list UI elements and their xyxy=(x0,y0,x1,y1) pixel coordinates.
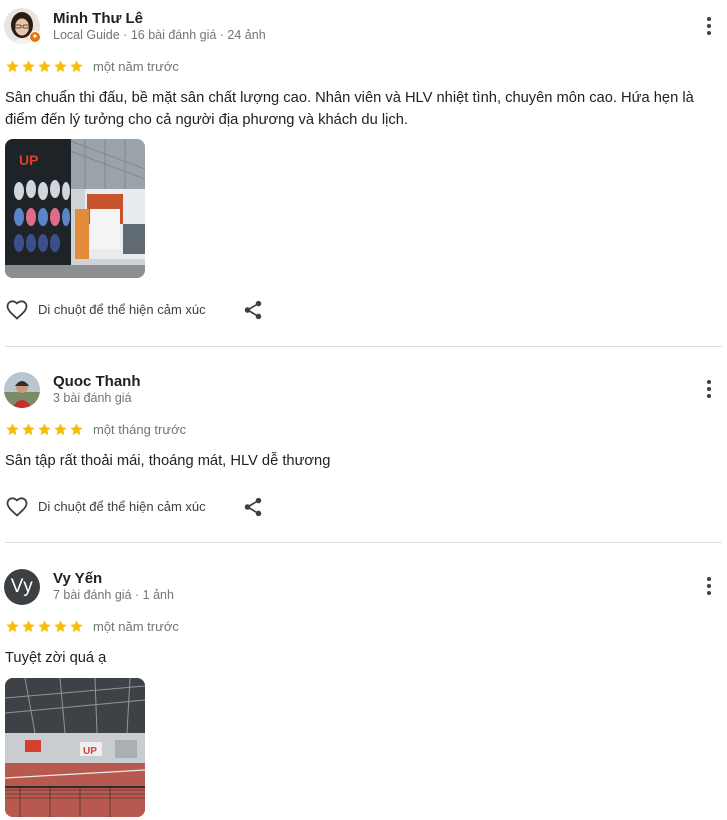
review-photo[interactable]: UP xyxy=(5,139,145,278)
review-time: một năm trước xyxy=(93,58,179,74)
review-card: ✦ Minh Thư Lê Local Guide · 16 bài đánh … xyxy=(0,0,727,347)
rating-row: một năm trước xyxy=(5,618,179,634)
star-rating xyxy=(5,422,84,437)
reviewer-avatar[interactable] xyxy=(4,372,40,408)
reviewer-photo xyxy=(4,372,40,408)
divider xyxy=(5,542,722,543)
reaction-hint[interactable]: Di chuột để thể hiện cảm xúc xyxy=(38,302,206,317)
star-icon xyxy=(6,59,19,72)
star-icon xyxy=(38,59,51,72)
reviewer-name[interactable]: Minh Thư Lê xyxy=(53,10,143,27)
review-actions: Di chuột để thể hiện cảm xúc xyxy=(5,495,305,519)
more-vert-icon xyxy=(707,380,711,384)
review-text: Sân chuẩn thi đấu, bề mặt sân chất lượng… xyxy=(5,90,694,128)
star-icon xyxy=(22,422,35,435)
review-text: Tuyệt zời quá ạ xyxy=(5,650,107,666)
star-icon xyxy=(22,59,35,72)
divider xyxy=(5,346,722,347)
rating-row: một tháng trước xyxy=(5,421,186,437)
more-options-button[interactable] xyxy=(700,14,718,38)
photo-sign-text: UP xyxy=(19,152,38,168)
star-icon xyxy=(38,619,51,632)
more-options-button[interactable] xyxy=(700,574,718,598)
reviewer-meta: 3 bài đánh giá xyxy=(53,391,132,405)
share-icon[interactable] xyxy=(242,496,264,518)
share-icon[interactable] xyxy=(242,299,264,321)
review-actions: Di chuột để thể hiện cảm xúc xyxy=(5,298,305,322)
star-icon xyxy=(54,422,67,435)
reviewer-name[interactable]: Quoc Thanh xyxy=(53,373,141,390)
star-icon xyxy=(70,422,83,435)
review-photo[interactable]: UP xyxy=(5,678,145,817)
reviewer-meta: Local Guide · 16 bài đánh giá · 24 ảnh xyxy=(53,28,266,42)
reviewer-name[interactable]: Vy Yến xyxy=(53,570,102,587)
star-icon xyxy=(6,619,19,632)
star-icon xyxy=(54,619,67,632)
heart-outline-icon[interactable] xyxy=(5,298,29,322)
star-icon xyxy=(70,59,83,72)
review-card: Quoc Thanh 3 bài đánh giá một tháng trướ… xyxy=(0,363,727,543)
rating-row: một năm trước xyxy=(5,58,179,74)
review-time: một tháng trước xyxy=(93,421,187,437)
heart-outline-icon[interactable] xyxy=(5,495,29,519)
star-icon xyxy=(70,619,83,632)
star-rating xyxy=(5,59,84,74)
more-vert-icon xyxy=(707,577,711,581)
star-icon xyxy=(38,422,51,435)
star-icon xyxy=(6,422,19,435)
star-rating xyxy=(5,619,84,634)
more-options-button[interactable] xyxy=(700,377,718,401)
reviewer-avatar[interactable]: Vy xyxy=(4,569,40,605)
review-time: một năm trước xyxy=(93,618,179,634)
reviewer-meta: 7 bài đánh giá · 1 ảnh xyxy=(53,588,174,602)
more-vert-icon xyxy=(707,17,711,21)
review-card: Vy Vy Yến 7 bài đánh giá · 1 ảnh một năm… xyxy=(0,560,727,820)
review-text: Sân tập rất thoải mái, thoáng mát, HLV d… xyxy=(5,453,331,469)
reaction-hint[interactable]: Di chuột để thể hiện cảm xúc xyxy=(38,499,206,514)
photo-sign-text: UP xyxy=(83,746,97,757)
star-icon xyxy=(54,59,67,72)
local-guide-badge-icon: ✦ xyxy=(29,31,41,43)
star-icon xyxy=(22,619,35,632)
